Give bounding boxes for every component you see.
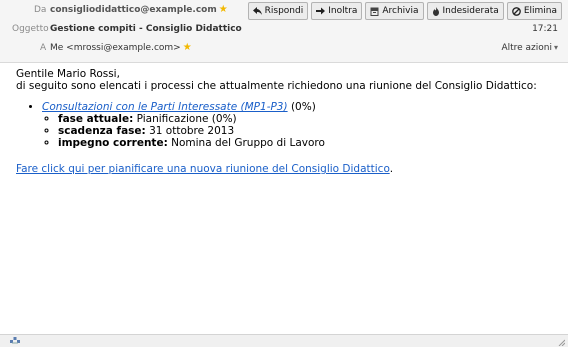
detail-label: scadenza fase: — [58, 125, 146, 137]
detail-label: fase attuale: — [58, 113, 134, 125]
more-actions-label: Altre azioni — [501, 43, 552, 53]
message-header: Da consigliodidattico@example.com ★ Rispo… — [0, 0, 568, 63]
delete-button[interactable]: Elimina — [506, 2, 562, 20]
detail-value: Pianificazione (0%) — [136, 113, 237, 125]
reply-label: Rispondi — [264, 5, 304, 16]
from-address[interactable]: consigliodidattico@example.com ★ — [50, 0, 228, 20]
junk-label: Indesiderata — [442, 5, 499, 16]
list-item: Consultazioni con le Parti Interessate (… — [42, 101, 556, 149]
archive-label: Archivia — [382, 5, 419, 16]
reply-icon — [252, 7, 262, 15]
resize-grip-icon[interactable] — [558, 339, 565, 346]
greeting: Gentile Mario Rossi, — [16, 68, 120, 80]
from-label: Da — [34, 5, 47, 15]
intro-text: di seguito sono elencati i processi che … — [16, 80, 537, 92]
detail-item: fase attuale: Pianificazione (0%) — [58, 113, 556, 125]
flame-icon — [432, 6, 439, 16]
forward-label: Inoltra — [328, 5, 358, 16]
to-label: A — [40, 43, 47, 53]
schedule-meeting-link[interactable]: Fare click qui per pianificare una nuova… — [16, 163, 390, 175]
status-bar — [0, 334, 568, 347]
message-body: Gentile Mario Rossi, di seguito sono ele… — [16, 68, 556, 175]
forward-icon — [316, 7, 326, 15]
reply-button[interactable]: Rispondi — [247, 2, 309, 20]
archive-button[interactable]: Archivia — [365, 2, 424, 20]
subject-text: Gestione compiti - Consiglio Didattico — [50, 24, 242, 34]
detail-item: impegno corrente: Nomina del Gruppo di L… — [58, 137, 556, 149]
archive-icon — [370, 7, 379, 16]
chevron-down-icon: ▾ — [553, 43, 558, 52]
from-row: Da consigliodidattico@example.com ★ Rispo… — [0, 0, 568, 20]
delete-label: Elimina — [523, 5, 557, 16]
message-time: 17:21 — [532, 24, 558, 34]
detail-item: scadenza fase: 31 ottobre 2013 — [58, 125, 556, 137]
to-row: A Me <mrossi@example.com> ★ Altre azioni ▾ — [0, 38, 568, 58]
action-buttons: Rispondi Inoltra Archivia Indesiderata E… — [247, 2, 562, 20]
subject-label: Oggetto — [12, 24, 49, 34]
subject-row: Oggetto Gestione compiti - Consiglio Did… — [0, 19, 568, 39]
star-icon[interactable]: ★ — [219, 0, 228, 20]
process-percent: (0%) — [290, 101, 316, 113]
process-list: Consultazioni con le Parti Interessate (… — [16, 101, 556, 149]
process-details: fase attuale: Pianificazione (0%) scaden… — [42, 113, 556, 149]
junk-button[interactable]: Indesiderata — [426, 2, 504, 20]
delete-icon — [511, 6, 521, 16]
more-actions-menu[interactable]: Altre azioni ▾ — [501, 38, 558, 58]
detail-value: 31 ottobre 2013 — [149, 125, 235, 137]
to-address-text: Me <mrossi@example.com> — [50, 43, 181, 53]
from-address-text: consigliodidattico@example.com — [50, 5, 217, 15]
star-icon[interactable]: ★ — [183, 38, 192, 58]
cta-paragraph: Fare click qui per pianificare una nuova… — [16, 163, 556, 175]
detail-value: Nomina del Gruppo di Lavoro — [171, 137, 325, 149]
forward-button[interactable]: Inoltra — [311, 2, 363, 20]
cta-suffix: . — [389, 163, 394, 175]
network-icon — [10, 337, 20, 344]
detail-label: impegno corrente: — [58, 137, 168, 149]
process-link[interactable]: Consultazioni con le Parti Interessate (… — [42, 101, 288, 113]
to-address[interactable]: Me <mrossi@example.com> ★ — [50, 38, 192, 58]
